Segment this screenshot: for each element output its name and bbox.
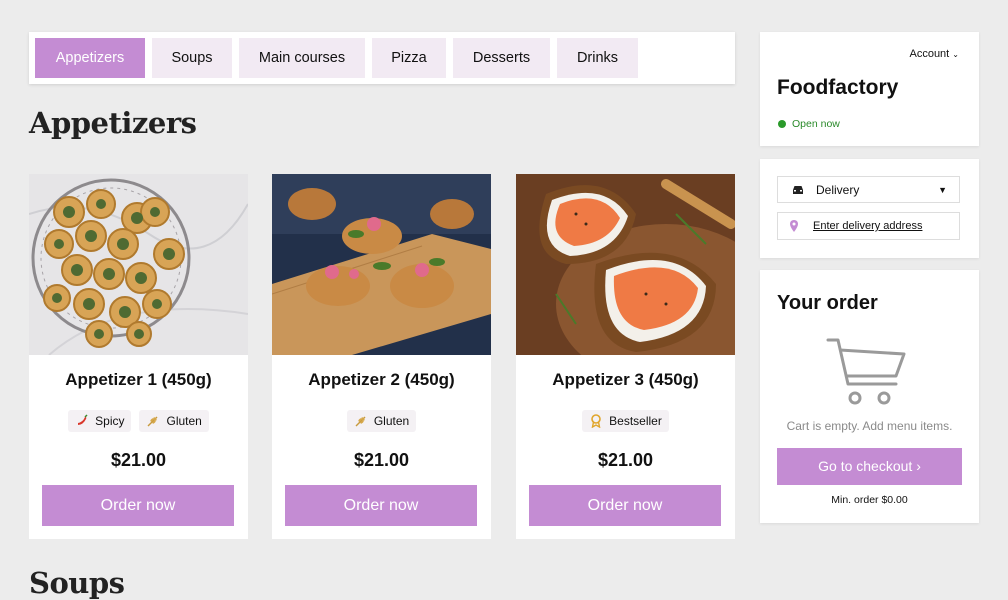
- tab-appetizers[interactable]: Appetizers: [35, 38, 145, 78]
- order-panel: Your order Cart is empty. Add menu items…: [760, 270, 979, 523]
- status-dot-icon: [778, 120, 786, 128]
- tag-gluten: Gluten: [346, 410, 417, 432]
- tag-label: Gluten: [373, 414, 410, 428]
- delivery-address-link[interactable]: Enter delivery address: [813, 220, 922, 232]
- section-title-soups: Soups: [29, 566, 125, 600]
- tag-bestseller: Bestseller: [582, 410, 669, 432]
- product-card: Appetizer 1 (450g) Spicy Gluten $21.00 O…: [29, 174, 248, 539]
- chevron-right-icon: ›: [916, 458, 921, 474]
- order-now-button[interactable]: Order now: [285, 485, 477, 526]
- delivery-panel: Delivery ▼ Enter delivery address: [760, 159, 979, 258]
- wheat-icon: [355, 416, 366, 427]
- product-image[interactable]: [29, 174, 248, 355]
- restaurant-panel: Account ⌄ Foodfactory Open now: [760, 32, 979, 146]
- order-title: Your order: [777, 292, 878, 314]
- product-tags: Spicy Gluten: [29, 410, 248, 432]
- caret-down-icon: ▼: [938, 184, 947, 195]
- account-menu[interactable]: Account ⌄: [909, 48, 959, 60]
- product-image[interactable]: [516, 174, 735, 355]
- product-price: $21.00: [597, 450, 654, 470]
- product-name: Appetizer 3 (450g): [552, 370, 699, 389]
- order-now-button[interactable]: Order now: [42, 485, 234, 526]
- product-price: $21.00: [353, 450, 410, 470]
- tag-gluten: Gluten: [139, 410, 209, 432]
- product-name: Appetizer 1 (450g): [65, 370, 212, 389]
- checkout-label: Go to checkout: [818, 458, 913, 474]
- product-price: $21.00: [110, 450, 167, 470]
- checkout-button[interactable]: Go to checkout ›: [777, 448, 962, 485]
- tag-label: Spicy: [95, 414, 125, 428]
- delivery-mode-value: Delivery: [816, 182, 860, 197]
- order-now-button[interactable]: Order now: [529, 485, 721, 526]
- account-label: Account: [909, 48, 950, 60]
- tab-desserts[interactable]: Desserts: [453, 38, 550, 78]
- restaurant-name: Foodfactory: [777, 76, 899, 99]
- tab-pizza[interactable]: Pizza: [372, 38, 446, 78]
- delivery-address-field[interactable]: Enter delivery address: [777, 212, 960, 240]
- tag-spicy: Spicy: [68, 410, 132, 432]
- tag-label: Gluten: [166, 414, 202, 428]
- product-name: Appetizer 2 (450g): [308, 370, 455, 389]
- wheat-icon: [147, 416, 158, 427]
- category-nav: Appetizers Soups Main courses Pizza Dess…: [29, 32, 735, 84]
- tag-label: Bestseller: [609, 414, 662, 428]
- product-tags: Bestseller: [516, 410, 735, 432]
- status-text: Open now: [792, 118, 840, 130]
- chevron-down-icon: ⌄: [952, 50, 959, 59]
- tab-soups[interactable]: Soups: [152, 38, 232, 78]
- product-image[interactable]: [272, 174, 491, 355]
- tab-drinks[interactable]: Drinks: [557, 38, 638, 78]
- award-icon: [591, 414, 601, 428]
- location-pin-icon: [790, 220, 798, 232]
- status-badge: Open now: [778, 118, 840, 130]
- chili-icon: [78, 414, 88, 425]
- section-title-appetizers: Appetizers: [29, 106, 197, 140]
- product-card: Appetizer 2 (450g) Gluten $21.00 Order n…: [272, 174, 491, 539]
- product-card: Appetizer 3 (450g) Bestseller $21.00 Ord…: [516, 174, 735, 539]
- delivery-mode-select[interactable]: Delivery ▼: [777, 176, 960, 203]
- min-order-text: Min. order $0.00: [831, 494, 908, 506]
- empty-cart-icon: [826, 338, 906, 405]
- tab-main-courses[interactable]: Main courses: [239, 38, 365, 78]
- car-icon: [793, 185, 803, 194]
- product-tags: Gluten: [272, 410, 491, 432]
- cart-empty-text: Cart is empty. Add menu items.: [786, 419, 953, 433]
